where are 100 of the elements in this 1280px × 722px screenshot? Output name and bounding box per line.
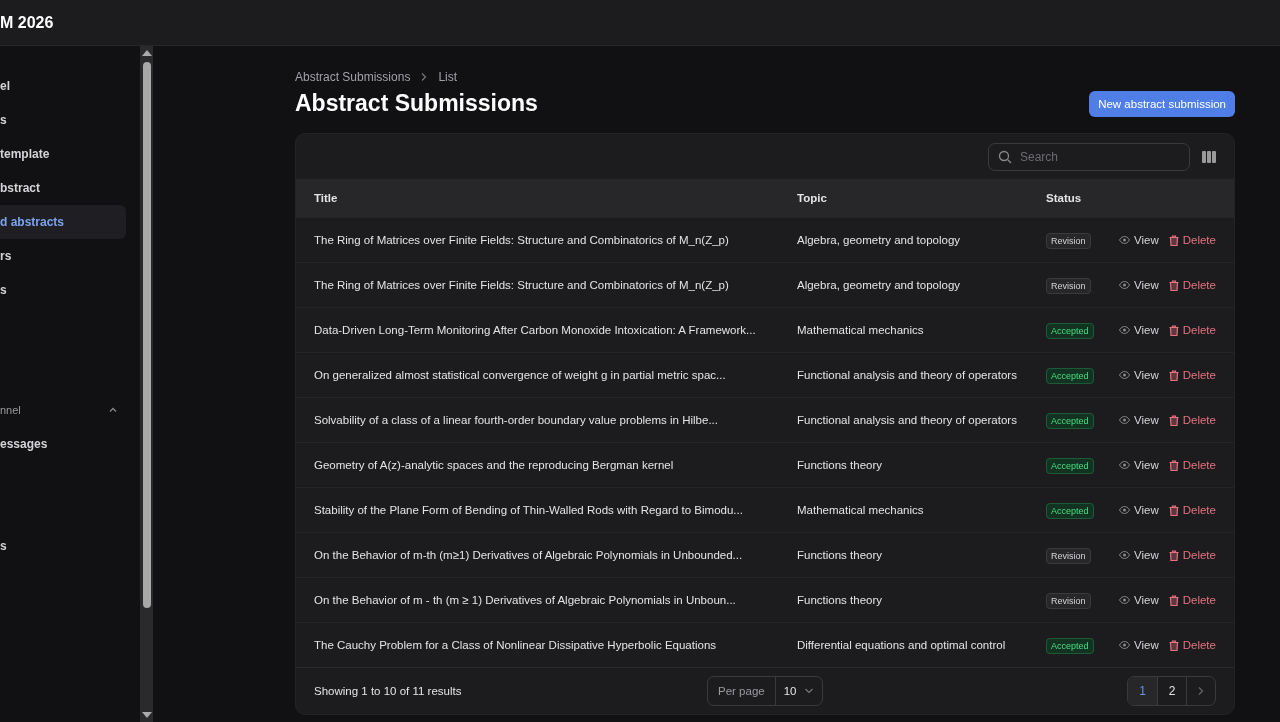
sidebar-item[interactable]: s (0, 273, 126, 307)
table-cell-text: The Ring of Matrices over Finite Fields: Structure and Combinatorics of M_n(Z_p) (314, 234, 730, 246)
status-badge: Revision (1046, 593, 1091, 609)
status-badge: Accepted (1046, 458, 1094, 474)
trash-icon (1168, 459, 1179, 471)
delete-link[interactable]: Delete (1168, 594, 1216, 606)
chevron-down-icon (804, 688, 815, 694)
eye-icon (1119, 326, 1130, 334)
trash-icon (1168, 234, 1179, 246)
view-link[interactable]: View (1119, 639, 1159, 651)
eye-icon (1119, 416, 1130, 424)
eye-icon (1119, 281, 1130, 289)
table-cell-text: Functions theory (797, 459, 883, 471)
page-button[interactable]: 2 (1157, 677, 1186, 705)
trash-icon (1168, 594, 1179, 606)
table-cell-text: Functions theory (797, 549, 883, 561)
sidebar-item[interactable]: s (0, 529, 126, 563)
status-badge: Accepted (1046, 323, 1094, 339)
per-page-select[interactable]: Per page 10 (707, 676, 824, 706)
delete-link[interactable]: Delete (1168, 234, 1216, 246)
table-cell-text: Mathematical mechanics (797, 324, 925, 336)
chevron-icon (108, 405, 118, 415)
results-summary: Showing 1 to 10 of 11 results (314, 685, 463, 697)
trash-icon (1168, 639, 1179, 651)
table-cell-text: Algebra, geometry and topology (797, 234, 962, 246)
table-cell-text: Functions theory (797, 594, 883, 606)
table-cell-text: Data-Driven Long-Term Monitoring After Carbon Monoxide Intoxication: A Framework... (314, 324, 757, 336)
status-badge: Revision (1046, 233, 1091, 249)
trash-icon (1168, 324, 1179, 336)
trash-icon (1168, 414, 1179, 426)
status-badge: Accepted (1046, 638, 1094, 654)
delete-link[interactable]: Delete (1168, 549, 1216, 561)
view-link[interactable]: View (1119, 324, 1159, 336)
sidebar-item[interactable]: rs (0, 239, 126, 273)
eye-icon (1119, 596, 1130, 604)
eye-icon (1119, 236, 1130, 244)
chevron-right-icon (1197, 686, 1205, 696)
new-submission-button[interactable]: New abstract submission (1089, 90, 1235, 117)
status-badge: Accepted (1046, 413, 1094, 429)
delete-link[interactable]: Delete (1168, 369, 1216, 381)
search-field[interactable]: Search (988, 142, 1190, 171)
sidebar-group-header[interactable]: nnel (0, 393, 140, 427)
delete-link[interactable]: Delete (1168, 459, 1216, 471)
status-badge: Revision (1046, 278, 1091, 294)
eye-icon (1119, 461, 1130, 469)
table-cell-text: Functional analysis and theory of operators (797, 414, 1018, 426)
column-header: Title (314, 192, 339, 204)
sidebar-item[interactable]: template (0, 137, 126, 171)
trash-icon (1168, 279, 1179, 291)
app-title: M 2026 (0, 13, 54, 32)
table-cell-text: On the Behavior of m - th (m ≥ 1) Derivatives of Algebraic Polynomials in Unboun... (314, 594, 737, 606)
view-link[interactable]: View (1119, 369, 1159, 381)
table-cell-text: Differential equations and optimal control (797, 639, 1007, 651)
table-cell-text: Stability of the Plane Form of Bending of Thin-Walled Rods with Regard to Bimodu... (314, 504, 744, 516)
page-title: Abstract Submissions (295, 90, 538, 117)
sidebar-item[interactable]: el (0, 69, 126, 103)
table-cell-text: The Ring of Matrices over Finite Fields: Structure and Combinatorics of M_n(Z_p) (314, 279, 730, 291)
column-header: Status (1046, 192, 1083, 204)
delete-link[interactable]: Delete (1168, 639, 1216, 651)
scrollbar[interactable] (140, 46, 153, 722)
sidebar-item[interactable]: d abstracts (0, 205, 126, 239)
columns-icon[interactable] (1202, 150, 1216, 163)
trash-icon (1168, 369, 1179, 381)
status-badge: Revision (1046, 548, 1091, 564)
table-cell-text: Functional analysis and theory of operators (797, 369, 1018, 381)
status-badge: Accepted (1046, 368, 1094, 384)
view-link[interactable]: View (1119, 594, 1159, 606)
table-cell-text: On generalized almost statistical convergence of weight g in partial metric spac... (314, 369, 727, 381)
page-button[interactable]: 1 (1128, 677, 1157, 705)
trash-icon (1168, 504, 1179, 516)
view-link[interactable]: View (1119, 504, 1159, 516)
table-cell-text: Algebra, geometry and topology (797, 279, 962, 291)
status-badge: Accepted (1046, 503, 1094, 519)
eye-icon (1119, 641, 1130, 649)
view-link[interactable]: View (1119, 459, 1159, 471)
table-cell-text: Solvability of a class of a linear fourth-order boundary value problems in Hilbe... (314, 414, 719, 426)
view-link[interactable]: View (1119, 549, 1159, 561)
eye-icon (1119, 371, 1130, 379)
breadcrumb-link[interactable]: Abstract Submissions (295, 70, 411, 84)
sidebar-item[interactable]: bstract (0, 171, 126, 205)
delete-link[interactable]: Delete (1168, 414, 1216, 426)
chevron-right-icon (420, 72, 429, 82)
breadcrumb-link[interactable]: List (438, 70, 458, 84)
table-cell-text: The Cauchy Problem for a Class of Nonlinear Dissipative Hyperbolic Equations (314, 639, 718, 651)
column-header: Topic (797, 192, 828, 204)
view-link[interactable]: View (1119, 279, 1159, 291)
table-cell-text: Geometry of A(z)-analytic spaces and the reproducing Bergman kernel (314, 459, 675, 471)
trash-icon (1168, 549, 1179, 561)
delete-link[interactable]: Delete (1168, 504, 1216, 516)
sidebar-item[interactable]: essages (0, 427, 126, 461)
table-cell-text: Mathematical mechanics (797, 504, 925, 516)
table-cell-text: On the Behavior of m-th (m≥1) Derivatives of Algebraic Polynomials in Unbounded... (314, 549, 744, 561)
eye-icon (1119, 506, 1130, 514)
search-icon (998, 149, 1012, 164)
view-link[interactable]: View (1119, 234, 1159, 246)
delete-link[interactable]: Delete (1168, 324, 1216, 336)
view-link[interactable]: View (1119, 414, 1159, 426)
delete-link[interactable]: Delete (1168, 279, 1216, 291)
sidebar-item[interactable]: s (0, 103, 126, 137)
eye-icon (1119, 551, 1130, 559)
